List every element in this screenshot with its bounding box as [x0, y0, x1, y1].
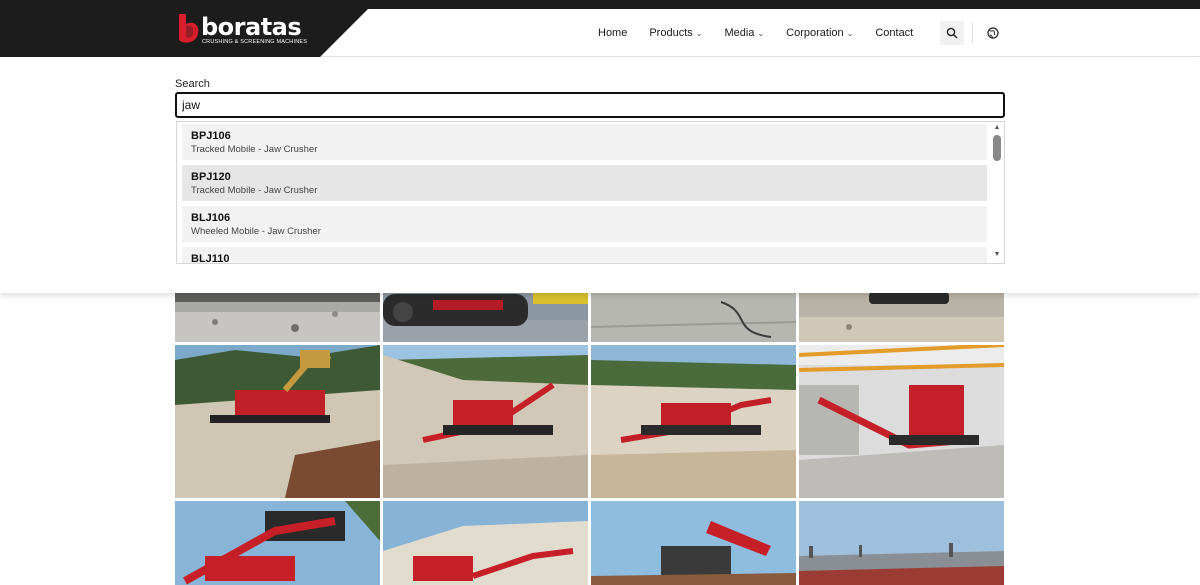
logo-wordmark[interactable]: boratas	[201, 13, 302, 41]
gallery-photo[interactable]	[383, 345, 588, 498]
search-result-item[interactable]: BPJ106 Tracked Mobile - Jaw Crusher	[182, 124, 987, 160]
result-title: BLJ110	[191, 253, 230, 264]
gallery-photo[interactable]	[383, 292, 588, 342]
logo-tagline: CRUSHING & SCREENING MACHINES	[202, 39, 308, 45]
logo-mark-icon[interactable]	[176, 12, 200, 45]
search-icon	[946, 27, 958, 39]
header-divider	[972, 23, 973, 43]
nav-corporation-label: Corporation	[786, 27, 844, 39]
result-subtitle: Wheeled Mobile - Jaw Crusher	[191, 226, 321, 237]
top-bar	[0, 0, 1200, 9]
scrollbar-thumb[interactable]	[993, 135, 1001, 161]
search-button[interactable]	[940, 21, 964, 45]
search-input[interactable]	[175, 92, 1005, 118]
nav-contact-label: Contact	[875, 27, 914, 39]
scroll-up-arrow-icon[interactable]: ▲	[992, 123, 1002, 133]
language-button[interactable]	[984, 24, 1002, 42]
nav-contact[interactable]: Contact	[875, 27, 913, 39]
chevron-down-icon: ⌄	[695, 28, 703, 38]
gallery-photo[interactable]	[383, 501, 588, 585]
main-nav: Home Products ⌄ Media ⌄ Corporation ⌄ Conta…	[598, 9, 935, 57]
search-panel: Search BPJ106 Tracked Mobile - Jaw Crush…	[0, 58, 1200, 293]
gallery-photo[interactable]	[799, 501, 1004, 585]
result-subtitle: Tracked Mobile - Jaw Crusher	[191, 185, 318, 196]
nav-products[interactable]: Products ⌄	[649, 27, 702, 39]
nav-products-label: Products	[649, 27, 693, 39]
gallery-photo[interactable]	[799, 292, 1004, 342]
globe-icon	[987, 27, 999, 39]
gallery-photo[interactable]	[175, 345, 380, 498]
gallery-photo[interactable]	[591, 345, 796, 498]
gallery-photo[interactable]	[591, 501, 796, 585]
result-title: BLJ106	[191, 212, 231, 224]
chevron-down-icon: ⌄	[846, 28, 854, 38]
site-header: boratas CRUSHING & SCREENING MACHINES Ho…	[0, 9, 1200, 57]
search-results-list: BPJ106 Tracked Mobile - Jaw Crusher BPJ1…	[176, 121, 1005, 264]
nav-home[interactable]: Home	[598, 27, 627, 39]
result-title: BPJ120	[191, 171, 231, 183]
gallery-photo[interactable]	[175, 292, 380, 342]
gallery-photo[interactable]	[175, 501, 380, 585]
search-result-item[interactable]: BPJ120 Tracked Mobile - Jaw Crusher	[182, 165, 987, 201]
nav-media-label: Media	[724, 27, 755, 39]
result-title: BPJ106	[191, 130, 231, 142]
nav-media[interactable]: Media ⌄	[724, 27, 764, 39]
gallery-photo[interactable]	[591, 292, 796, 342]
nav-home-label: Home	[598, 27, 628, 39]
result-subtitle: Tracked Mobile - Jaw Crusher	[191, 144, 318, 155]
gallery-photo[interactable]	[799, 345, 1004, 498]
chevron-down-icon: ⌄	[757, 28, 765, 38]
search-result-item[interactable]: BLJ106 Wheeled Mobile - Jaw Crusher	[182, 206, 987, 242]
search-label: Search	[175, 78, 210, 90]
nav-corporation[interactable]: Corporation ⌄	[786, 27, 853, 39]
search-result-item[interactable]: BLJ110	[182, 247, 987, 264]
scroll-down-arrow-icon[interactable]: ▼	[992, 250, 1002, 260]
